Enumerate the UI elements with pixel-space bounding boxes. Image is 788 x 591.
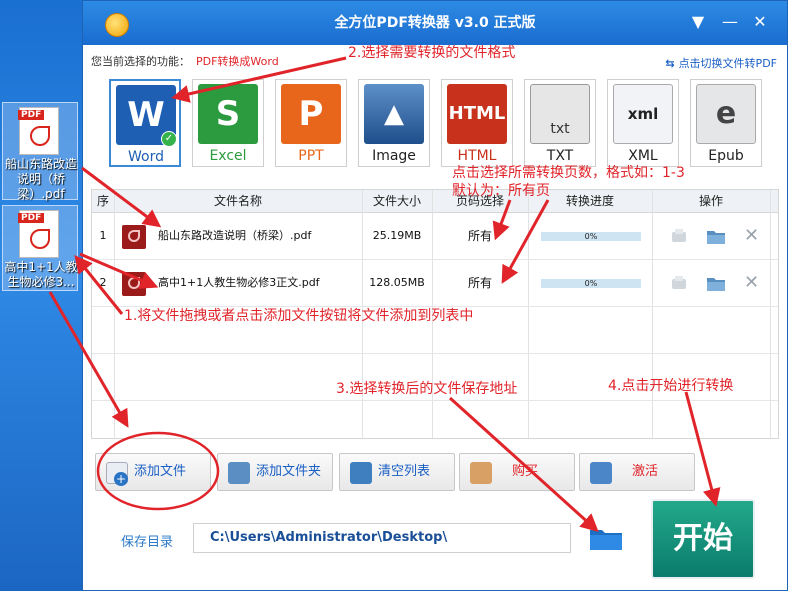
progress-text: 0% <box>584 232 598 241</box>
add-file-button[interactable]: + 添加文件 <box>95 453 211 491</box>
function-value: PDF转换成Word <box>196 55 279 68</box>
format-ppt[interactable]: P PPT <box>275 79 347 167</box>
pdf-file-icon: PDF <box>18 210 59 258</box>
window-title: 全方位PDF转换器 v3.0 正式版 <box>334 15 536 31</box>
minimize-button[interactable]: — <box>719 11 741 33</box>
file-size: 128.05MB <box>369 276 425 289</box>
open-file-icon[interactable] <box>670 274 688 292</box>
open-folder-icon[interactable] <box>706 274 725 292</box>
swap-arrows-icon: ⇆ <box>665 57 675 70</box>
format-word[interactable]: W ✓ Word <box>109 79 181 167</box>
annotation-step2: 2.选择需要转换的文件格式 <box>348 45 516 61</box>
page-select[interactable]: 所有 <box>432 260 528 306</box>
annotation-step3: 3.选择转换后的文件保存地址 <box>336 381 518 397</box>
shopping-bag-icon <box>470 462 492 484</box>
header-actions: 操作 <box>698 194 723 208</box>
annotation-page-default: 默认为：所有页 <box>452 183 550 199</box>
file-name: 高中1+1人教生物必修3正文.pdf <box>158 276 320 289</box>
function-label: 您当前选择的功能： <box>91 55 190 68</box>
desktop-file-icon-1[interactable]: PDF 船山东路改造说明（桥梁）.pdf <box>2 102 78 201</box>
desktop-file-label: 高中1+1人教生物必修3... <box>4 260 78 289</box>
annotation-page-hint: 点击选择所需转换页数，格式如：1-3 <box>452 165 685 181</box>
remove-icon[interactable]: ✕ <box>744 274 762 292</box>
table-header: 序 文件名称 文件大小 页码选择 转换进度 操作 <box>92 190 778 213</box>
annotation-step1: 1.将文件拖拽或者点击添加文件按钮将文件添加到列表中 <box>124 308 474 324</box>
progress-text: 0% <box>584 279 598 288</box>
header-filename: 文件名称 <box>213 194 262 208</box>
title-bar: 全方位PDF转换器 v3.0 正式版 ▼ — ✕ <box>83 1 787 45</box>
start-button[interactable]: 开始 <box>651 499 755 579</box>
annotation-step4: 4.点击开始进行转换 <box>608 378 734 394</box>
save-dir-field[interactable]: C:\Users\Administrator\Desktop\ <box>193 523 571 553</box>
format-excel[interactable]: S Excel <box>192 79 264 167</box>
format-txt[interactable]: txt TXT <box>524 79 596 167</box>
open-file-icon[interactable] <box>670 227 688 245</box>
header-index: 序 <box>96 194 109 208</box>
header-size: 文件大小 <box>372 194 421 208</box>
desktop-file-icon-2[interactable]: PDF 高中1+1人教生物必修3... <box>2 205 78 291</box>
format-xml[interactable]: xml XML <box>607 79 679 167</box>
format-html[interactable]: HTML HTML <box>441 79 513 167</box>
file-size: 25.19MB <box>372 229 422 242</box>
menu-dropdown-icon[interactable]: ▼ <box>687 11 709 33</box>
open-folder-icon[interactable] <box>706 227 725 245</box>
page-select[interactable]: 所有 <box>432 213 528 259</box>
activate-button[interactable]: 激活 <box>579 453 695 491</box>
add-folder-button[interactable]: 添加文件夹 <box>217 453 333 491</box>
remove-icon[interactable]: ✕ <box>744 227 762 245</box>
buy-button[interactable]: 购买 <box>459 453 575 491</box>
pdf-file-icon <box>122 272 146 296</box>
switch-mode-link[interactable]: ⇆ 点击切换文件转PDF <box>665 55 777 71</box>
clear-list-icon <box>350 462 372 484</box>
table-row[interactable]: 2 高中1+1人教生物必修3正文.pdf 128.05MB 所有 0% ✕ <box>92 260 778 307</box>
activate-arrow-icon <box>590 462 612 484</box>
clear-list-button[interactable]: 清空列表 <box>339 453 455 491</box>
plus-icon: + <box>114 472 128 486</box>
pdf-file-icon: PDF <box>18 107 59 155</box>
current-function: 您当前选择的功能： PDF转换成Word <box>91 53 279 69</box>
add-folder-icon <box>228 462 250 484</box>
file-name: 船山东路改造说明（桥梁）.pdf <box>158 229 312 242</box>
close-button[interactable]: ✕ <box>749 11 771 33</box>
save-dir-label: 保存目录 <box>121 535 174 550</box>
pdf-file-icon <box>122 225 146 249</box>
selected-check-icon: ✓ <box>161 131 177 147</box>
browse-folder-icon[interactable] <box>589 525 623 551</box>
format-epub[interactable]: e Epub <box>690 79 762 167</box>
format-image[interactable]: ▲ Image <box>358 79 430 167</box>
table-row[interactable]: 1 船山东路改造说明（桥梁）.pdf 25.19MB 所有 0% ✕ <box>92 213 778 260</box>
app-window: 全方位PDF转换器 v3.0 正式版 ▼ — ✕ 您当前选择的功能： PDF转换成… <box>82 0 788 591</box>
desktop-file-label: 船山东路改造说明（桥梁）.pdf <box>4 157 77 201</box>
